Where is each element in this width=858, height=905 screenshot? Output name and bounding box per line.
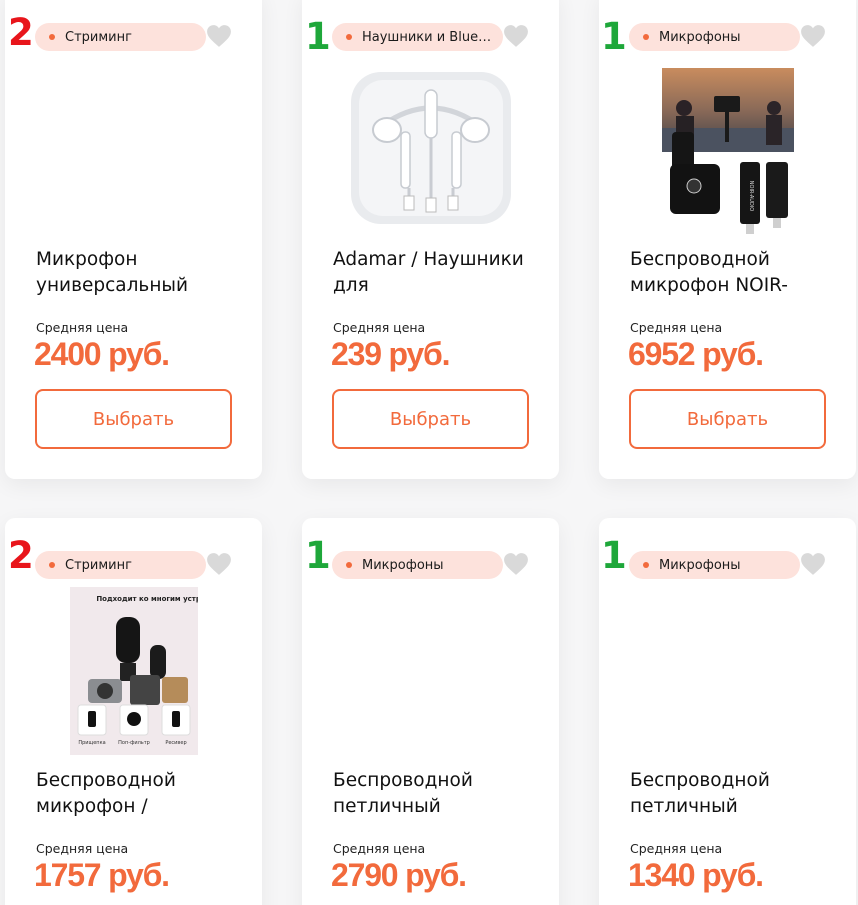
caption-clip: Прищепка — [78, 740, 105, 746]
rank-number: 2 — [8, 11, 34, 54]
product-title[interactable]: Беспроводной петличный — [333, 768, 533, 820]
rank-number: 1 — [601, 534, 627, 577]
caption-pop-filter: Поп-фильтр — [118, 740, 150, 746]
average-price-label: Средняя цена — [630, 841, 723, 856]
heart-icon[interactable] — [503, 552, 529, 576]
product-card[interactable]: Стриминг Подходит ко многим устройствам … — [5, 518, 262, 905]
category-tag[interactable]: Стриминг — [35, 23, 206, 51]
tag-dot-icon — [346, 34, 352, 40]
brand-label: NOIR-AUDIO — [748, 181, 754, 212]
product-card[interactable]: Микрофоны Беспроводной петличный Средняя… — [302, 518, 559, 905]
select-button[interactable]: Выбрать — [629, 389, 826, 449]
category-tag[interactable]: Наушники и Bluetooth — [332, 23, 503, 51]
product-title[interactable]: Adamar / Наушники для — [333, 247, 533, 299]
rank-number: 2 — [8, 534, 34, 577]
product-card[interactable]: Микрофоны Беспроводной петличный Средняя… — [599, 518, 856, 905]
product-card[interactable]: Наушники и Bluetooth Adamar / Наушники д… — [302, 0, 559, 479]
heart-icon[interactable] — [206, 24, 232, 48]
category-tag[interactable]: Микрофоны — [629, 551, 800, 579]
average-price-label: Средняя цена — [36, 320, 129, 335]
select-button[interactable]: Выбрать — [332, 389, 529, 449]
tag-dot-icon — [643, 562, 649, 568]
tag-dot-icon — [346, 562, 352, 568]
select-button[interactable]: Выбрать — [35, 389, 232, 449]
product-price: 239 руб. — [331, 336, 450, 372]
heart-icon[interactable] — [800, 24, 826, 48]
category-tag-label: Наушники и Bluetooth — [362, 29, 492, 45]
product-price: 6952 руб. — [628, 336, 764, 372]
rank-number: 1 — [305, 15, 331, 58]
heart-icon[interactable] — [206, 552, 232, 576]
heart-icon[interactable] — [800, 552, 826, 576]
tag-dot-icon — [49, 34, 55, 40]
category-tag-label: Микрофоны — [362, 557, 444, 573]
earphones-image[interactable] — [349, 68, 513, 228]
product-card[interactable]: Микрофоны NOIR-AUDIO Беспроводной микроф… — [599, 0, 856, 479]
product-price: 1757 руб. — [34, 857, 170, 893]
image-heading: Подходит ко многим устройствам — [96, 595, 198, 603]
product-title[interactable]: Беспроводной петличный — [630, 768, 830, 820]
rank-number: 1 — [601, 15, 627, 58]
heart-icon[interactable] — [503, 24, 529, 48]
product-title[interactable]: Микрофон универсальный — [36, 247, 236, 299]
tag-dot-icon — [49, 562, 55, 568]
product-price: 2790 руб. — [331, 857, 467, 893]
tag-dot-icon — [643, 34, 649, 40]
average-price-label: Средняя цена — [333, 320, 426, 335]
category-tag-label: Микрофоны — [659, 557, 741, 573]
category-tag[interactable]: Стриминг — [35, 551, 206, 579]
product-price: 1340 руб. — [628, 857, 764, 893]
product-title[interactable]: Беспроводной микрофон NOIR- — [630, 247, 830, 299]
category-tag-label: Микрофоны — [659, 29, 741, 45]
average-price-label: Средняя цена — [36, 841, 129, 856]
category-tag[interactable]: Микрофоны — [629, 23, 800, 51]
product-card[interactable]: Стриминг Микрофон универсальный Средняя … — [5, 0, 262, 479]
wireless-mic-image[interactable]: NOIR-AUDIO — [661, 68, 794, 236]
category-tag-label: Стриминг — [65, 557, 132, 573]
mic-kit-image[interactable]: Подходит ко многим устройствам Прищепка … — [69, 587, 198, 755]
average-price-label: Средняя цена — [630, 320, 723, 335]
product-title[interactable]: Беспроводной микрофон / — [36, 768, 236, 820]
average-price-label: Средняя цена — [333, 841, 426, 856]
rank-number: 1 — [305, 534, 331, 577]
product-price: 2400 руб. — [34, 336, 170, 372]
caption-receiver: Ресивер — [165, 740, 186, 746]
category-tag[interactable]: Микрофоны — [332, 551, 503, 579]
category-tag-label: Стриминг — [65, 29, 132, 45]
